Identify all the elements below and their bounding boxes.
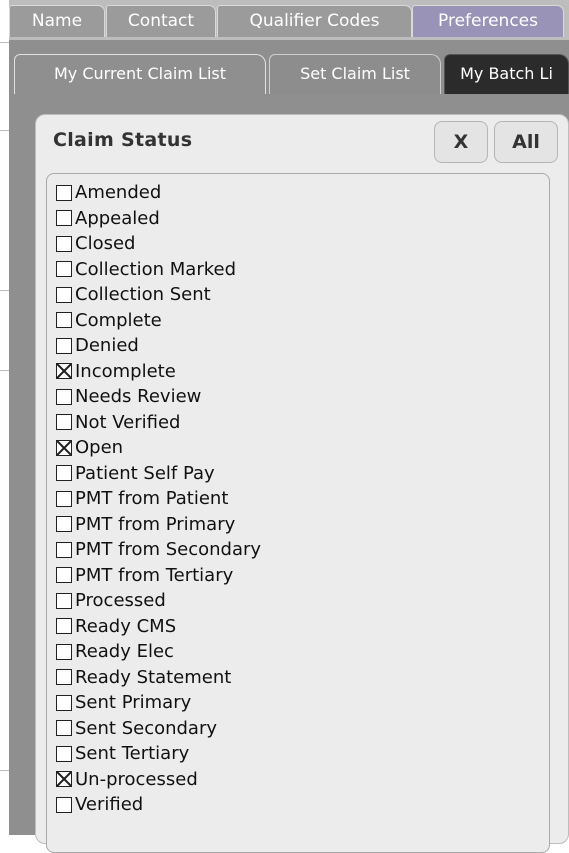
checkbox-checked[interactable]: [56, 363, 72, 379]
status-option-label: Closed: [75, 233, 136, 254]
checkbox[interactable]: [56, 541, 72, 558]
claim-status-list[interactable]: Amended Appealed Closed Collection Marked Co…: [46, 173, 550, 853]
checkbox[interactable]: [56, 669, 72, 685]
status-option[interactable]: Denied: [56, 333, 536, 358]
status-option[interactable]: Amended: [56, 180, 536, 205]
left-edge-strip: [0, 0, 9, 835]
status-option-label: Ready Elec: [75, 641, 174, 662]
status-option-label: PMT from Tertiary: [75, 564, 234, 586]
status-option[interactable]: Closed: [56, 231, 536, 256]
panel-title: Claim Status: [53, 129, 193, 151]
status-option-label: Collection Sent: [75, 284, 211, 305]
sub-tab-bar: My Current Claim List Set Claim List My …: [9, 40, 569, 98]
status-option[interactable]: Sent Tertiary: [56, 741, 536, 766]
status-option[interactable]: Ready Statement: [56, 665, 536, 690]
checkbox-checked[interactable]: [56, 771, 72, 787]
status-option[interactable]: Collection Marked: [56, 257, 536, 282]
status-option[interactable]: Sent Secondary: [56, 716, 536, 741]
checkbox[interactable]: [56, 235, 72, 252]
tab-qualifier-codes[interactable]: Qualifier Codes: [217, 5, 412, 37]
divider: [0, 42, 9, 43]
status-option[interactable]: Sent Primary: [56, 690, 536, 715]
status-option[interactable]: Collection Sent: [56, 282, 536, 307]
status-option[interactable]: Complete: [56, 308, 536, 333]
status-option-label: Needs Review: [75, 386, 202, 407]
checkbox[interactable]: [56, 184, 72, 201]
checkbox[interactable]: [56, 490, 72, 507]
checkbox[interactable]: [56, 745, 72, 762]
divider: [0, 370, 9, 371]
status-option[interactable]: Appealed: [56, 206, 536, 231]
status-option[interactable]: Ready CMS: [56, 614, 536, 639]
status-option[interactable]: PMT from Primary: [56, 512, 536, 537]
status-option[interactable]: PMT from Tertiary: [56, 563, 536, 588]
status-option-label: PMT from Patient: [75, 488, 229, 509]
status-option-label: Sent Primary: [75, 692, 192, 713]
checkbox[interactable]: [56, 796, 72, 813]
status-option-label: PMT from Secondary: [75, 539, 262, 560]
select-all-button[interactable]: All: [494, 121, 558, 163]
status-option-label: Denied: [75, 335, 139, 356]
tab-preferences[interactable]: Preferences: [412, 5, 564, 37]
checkbox[interactable]: [56, 592, 72, 609]
status-option-label: Collection Marked: [75, 258, 236, 280]
status-option-label: Ready CMS: [75, 615, 177, 637]
checkbox[interactable]: [56, 643, 72, 660]
checkbox[interactable]: [56, 414, 72, 430]
status-option-label: PMT from Primary: [75, 513, 236, 535]
status-option-label: Amended: [75, 182, 162, 203]
status-option-label: Incomplete: [75, 360, 176, 382]
status-option[interactable]: Patient Self Pay: [56, 461, 536, 486]
status-option[interactable]: Incomplete: [56, 359, 536, 384]
status-option[interactable]: PMT from Patient: [56, 486, 536, 511]
claim-status-panel: Claim Status X All Amended Appealed Closed…: [35, 114, 569, 853]
checkbox[interactable]: [56, 337, 72, 354]
checkbox[interactable]: [56, 694, 72, 711]
divider: [0, 130, 9, 131]
checkbox[interactable]: [56, 618, 72, 634]
preferences-window: Name Contact Qualifier Codes Preferences…: [9, 0, 569, 853]
status-option-label: Verified: [75, 794, 144, 815]
status-option[interactable]: Verified: [56, 792, 536, 817]
status-option-label: Sent Secondary: [75, 717, 218, 739]
divider: [0, 290, 9, 291]
status-option-label: Not Verified: [75, 411, 181, 433]
checkbox[interactable]: [56, 312, 72, 328]
checkbox[interactable]: [56, 210, 72, 226]
status-option-label: Processed: [75, 590, 166, 611]
status-option[interactable]: Ready Elec: [56, 639, 536, 664]
status-option-label: Sent Tertiary: [75, 743, 190, 764]
status-option[interactable]: Open: [56, 435, 536, 460]
checkbox[interactable]: [56, 261, 72, 277]
status-option-label: Un-processed: [75, 768, 198, 790]
tab-my-batch-list[interactable]: My Batch Li: [444, 54, 569, 94]
tab-name[interactable]: Name: [9, 5, 105, 37]
status-option-label: Open: [75, 437, 124, 458]
clear-selection-button[interactable]: X: [434, 121, 488, 163]
status-option-label: Complete: [75, 309, 162, 331]
checkbox[interactable]: [56, 720, 72, 736]
tab-my-current-claim-list[interactable]: My Current Claim List: [14, 54, 266, 94]
status-option-label: Appealed: [75, 207, 160, 229]
status-option[interactable]: Needs Review: [56, 384, 536, 409]
checkbox[interactable]: [56, 286, 72, 303]
checkbox[interactable]: [56, 465, 72, 481]
checkbox-checked[interactable]: [56, 439, 72, 456]
status-option[interactable]: PMT from Secondary: [56, 537, 536, 562]
checkbox[interactable]: [56, 516, 72, 532]
status-option[interactable]: Un-processed: [56, 767, 536, 792]
tab-set-claim-list[interactable]: Set Claim List: [269, 54, 441, 94]
status-option[interactable]: Processed: [56, 588, 536, 613]
divider: [0, 770, 9, 771]
tab-contact[interactable]: Contact: [106, 5, 216, 37]
checkbox[interactable]: [56, 388, 72, 405]
status-option-label: Ready Statement: [75, 666, 232, 688]
status-option-label: Patient Self Pay: [75, 462, 215, 484]
checkbox[interactable]: [56, 567, 72, 583]
top-tab-bar: Name Contact Qualifier Codes Preferences: [9, 0, 569, 40]
status-option[interactable]: Not Verified: [56, 410, 536, 435]
